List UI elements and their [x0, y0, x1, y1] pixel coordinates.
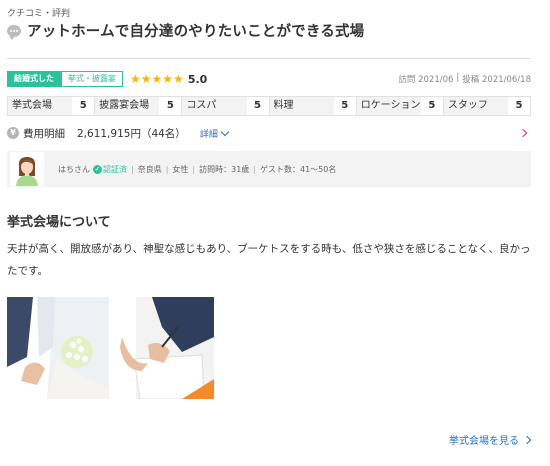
score-label: 披露宴会場 [95, 97, 160, 115]
review-section-title: 挙式会場について [7, 215, 111, 230]
star-icon: ★ [151, 72, 163, 86]
cost-value: 2,611,915円（44名） [77, 127, 186, 140]
star-icon: ★ [130, 72, 141, 86]
type-badge: 挙式・披露宴 [61, 71, 123, 87]
divider [7, 58, 531, 59]
photo-gallery [7, 297, 214, 399]
meta-row: 結婚式した 挙式・披露宴 ★ ★ ★ ★ ★ 5.0 訪問 2021/06 | … [7, 71, 531, 87]
review-photo[interactable] [7, 297, 109, 399]
review-photo[interactable] [112, 297, 214, 399]
page-title: アットホームで自分達のやりたいことができる式場 [27, 24, 365, 40]
reviewer-prefecture: 奈良県 [137, 164, 162, 174]
rating-stars: ★ ★ ★ ★ ★ [130, 73, 184, 85]
score-value: 5 [420, 97, 443, 115]
chevron-down-icon[interactable] [220, 127, 230, 136]
score-cell: ロケーション 5 [356, 97, 444, 115]
score-value: 5 [333, 97, 356, 115]
avatar [10, 152, 44, 186]
score-cell: スタッフ 5 [443, 97, 531, 115]
date-separator: | [456, 73, 460, 83]
score-cell: 披露宴会場 5 [95, 97, 183, 115]
rating-value: 5.0 [187, 72, 208, 86]
view-venue-label: 挙式会場を見る [449, 436, 519, 447]
score-cell: 料理 5 [269, 97, 357, 115]
chevron-right-icon[interactable] [518, 128, 528, 138]
score-label: 挙式会場 [8, 97, 73, 115]
cost-row[interactable]: ¥ 費用明細 2,611,915円（44名） 詳細 [7, 125, 531, 141]
score-cell: コスパ 5 [182, 97, 270, 115]
score-table: 挙式会場 5 披露宴会場 5 コスパ 5 料理 5 ロケーション 5 スタッフ 5 [7, 96, 531, 116]
verified-badge: ✓ 認証済 [93, 164, 127, 175]
post-date: 投稿 2021/06/18 [462, 75, 531, 85]
speech-bubble-icon [7, 24, 21, 40]
cost-label: 費用明細 [23, 127, 65, 140]
reviewer-gender: 女性 [172, 164, 189, 174]
verified-label: 認証済 [103, 164, 127, 174]
reviewer-panel: はちさん ✓ 認証済 | 奈良県 | 女性 | 訪問時：31歳 | ゲスト数：41… [7, 151, 531, 187]
star-icon: ★ [173, 72, 184, 86]
star-icon: ★ [140, 72, 152, 86]
score-label: 料理 [269, 97, 334, 115]
score-value: 5 [246, 97, 269, 115]
view-venue-link[interactable]: 挙式会場を見る [449, 432, 532, 447]
score-label: スタッフ [443, 97, 509, 115]
section-label: クチコミ・評判 [7, 9, 71, 19]
status-badge: 結婚式した [7, 71, 61, 87]
score-value: 5 [159, 97, 182, 115]
reviewer-age: 訪問時：31歳 [199, 164, 250, 174]
score-cell: 挙式会場 5 [8, 97, 96, 115]
reviewer-info: はちさん ✓ 認証済 | 奈良県 | 女性 | 訪問時：31歳 | ゲスト数：41… [58, 164, 337, 175]
review-text: 天井が高く、開放感があり、神聖な感じもあり、ブーケトスをする時も、低さや狭さを感… [7, 243, 531, 277]
reviewer-name[interactable]: はちさん [58, 164, 90, 175]
score-value: 5 [72, 97, 95, 115]
score-value: 5 [508, 97, 531, 115]
check-icon: ✓ [93, 164, 102, 174]
cost-detail-link[interactable]: 詳細 [200, 127, 218, 140]
visit-date: 訪問 2021/06 [398, 75, 454, 85]
star-icon: ★ [162, 72, 174, 86]
score-label: コスパ [182, 97, 247, 115]
dates: 訪問 2021/06 | 投稿 2021/06/18 [398, 73, 531, 85]
score-label: ロケーション [356, 97, 421, 115]
yen-icon: ¥ [7, 127, 19, 139]
title-row: アットホームで自分達のやりたいことができる式場 [7, 20, 364, 41]
guest-count: ゲスト数：41～50名 [260, 164, 337, 174]
chevron-right-icon [522, 435, 532, 444]
